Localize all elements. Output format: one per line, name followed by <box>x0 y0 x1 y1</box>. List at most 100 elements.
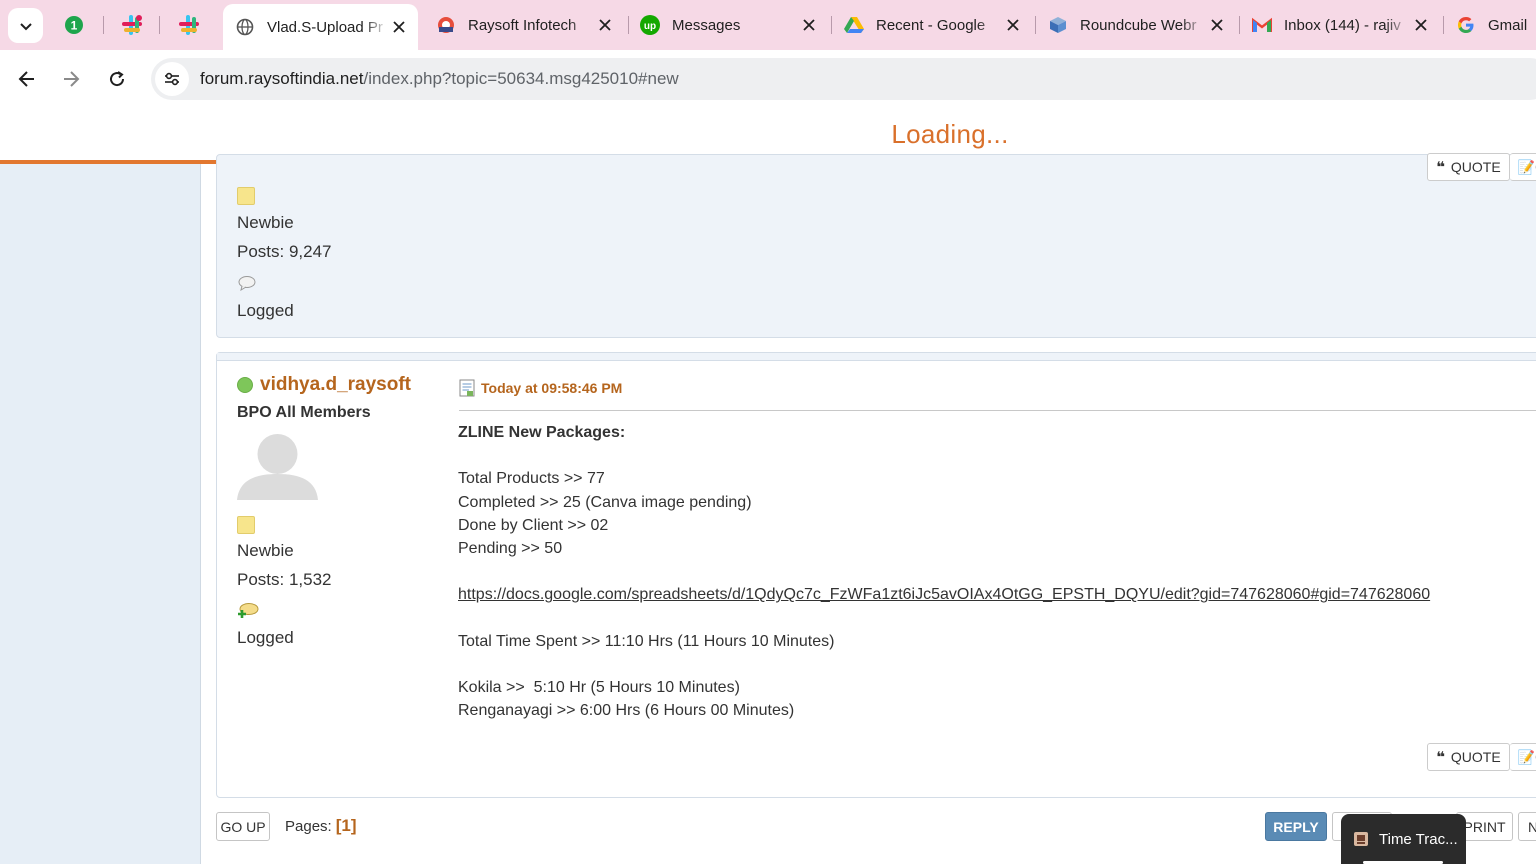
address-bar[interactable]: forum.raysoftindia.net/index.php?topic=5… <box>151 58 1536 100</box>
poster-post-count: Posts: 1,532 <box>237 570 332 589</box>
browser-toolbar: forum.raysoftindia.net/index.php?topic=5… <box>0 50 1536 108</box>
tab-title: Recent - Google <box>876 16 986 34</box>
url-host: forum.raysoftindia.net <box>200 69 364 88</box>
tab-title: Inbox (144) - rajiv <box>1284 16 1401 34</box>
quote-icon: ❝ <box>1436 159 1445 176</box>
chevron-down-icon <box>19 22 32 30</box>
quick-quote-button[interactable]: 📝Q <box>1509 743 1536 771</box>
quote-button[interactable]: ❝ QUOTE <box>1427 153 1510 181</box>
forward-button[interactable] <box>54 62 88 96</box>
body-line: Kokila >> 5:10 Hr (5 Hours 10 Minutes) <box>458 679 740 697</box>
gmail-icon <box>1252 15 1272 35</box>
pages-label: Pages: <box>285 818 332 835</box>
poster-info: Newbie Posts: 9,247 Logged <box>237 187 332 321</box>
body-line: Done by Client >> 02 <box>458 516 609 534</box>
reload-button[interactable] <box>100 62 134 96</box>
slack-icon <box>179 15 199 35</box>
poster-name[interactable]: vidhya.d_raysoft <box>237 374 411 396</box>
slack-icon <box>122 15 142 35</box>
post-document-icon <box>459 379 475 397</box>
logged-label: Logged <box>237 301 294 320</box>
reply-button[interactable]: REPLY <box>1265 812 1327 841</box>
upwork-icon: up <box>640 15 660 35</box>
pages-indicator: Pages: [1] <box>285 816 356 836</box>
tab-separator <box>159 16 160 34</box>
raysoft-icon <box>436 15 456 35</box>
back-button[interactable] <box>10 62 44 96</box>
google-drive-icon <box>844 15 864 35</box>
body-line: Renganayagi >> 6:00 Hrs (6 Hours 00 Minu… <box>458 702 795 720</box>
svg-text:1: 1 <box>71 19 78 33</box>
avatar[interactable] <box>237 432 318 500</box>
speech-bubble-icon[interactable] <box>237 275 332 296</box>
body-line: Total Time Spent >> 11:10 Hrs (11 Hours … <box>458 632 835 650</box>
post-actions: ❝ QUOTE 📝Q <box>1427 743 1536 771</box>
tab-google-drive[interactable]: Recent - Google <box>832 0 1032 50</box>
poster-info: vidhya.d_raysoft BPO All Members Newbie … <box>237 374 411 648</box>
quick-quote-button[interactable]: 📝Q <box>1509 153 1536 181</box>
body-line: Completed >> 25 (Canva image pending) <box>458 493 752 511</box>
tab-title: Vlad.S-Upload Pr <box>267 18 383 36</box>
topic-pagination-bar: GO UP Pages: [1] REPLY PRINT N <box>216 812 1536 842</box>
go-up-button[interactable]: GO UP <box>216 812 270 841</box>
post-header: Today at 09:58:46 PM <box>459 379 1536 411</box>
close-icon[interactable] <box>1002 14 1024 36</box>
member-group: BPO All Members <box>237 404 371 421</box>
rank-star-icon <box>237 187 255 205</box>
post-actions: ❝ QUOTE 📝Q <box>1427 153 1536 181</box>
tab-raysoft[interactable]: Raysoft Infotech <box>424 0 624 50</box>
close-icon[interactable] <box>798 14 820 36</box>
tab-title: Raysoft Infotech <box>468 16 577 34</box>
pinned-tab-slack-2[interactable] <box>169 10 209 40</box>
pinned-tab-onepassword[interactable]: 1 <box>54 10 94 40</box>
close-icon[interactable] <box>1410 14 1432 36</box>
time-tracker-label: Time Trac... <box>1379 830 1458 848</box>
forum-content: Newbie Posts: 9,247 Logged ❝ QUOTE 📝Q vid… <box>201 153 1536 864</box>
url-path: /index.php?topic=50634.msg425010#new <box>363 69 679 88</box>
quote-label: QUOTE <box>1450 749 1501 765</box>
close-icon[interactable] <box>594 14 616 36</box>
tab-gmail-inbox[interactable]: Inbox (144) - rajiv <box>1240 0 1440 50</box>
tab-strip: 1 Vlad.S-Upload Pr Raysoft Infotech up M… <box>0 0 1536 50</box>
svg-text:up: up <box>644 21 656 32</box>
next-topic-button[interactable]: N <box>1518 812 1536 841</box>
pinned-tab-slack-1[interactable] <box>112 10 152 40</box>
tab-title: Gmail <box>1488 16 1528 34</box>
arrow-left-icon <box>18 71 34 87</box>
post-date-link[interactable]: Today at 09:58:46 PM <box>459 379 622 397</box>
online-status-icon <box>237 377 253 393</box>
poster-rank: Newbie <box>237 541 294 560</box>
quote-icon: ❝ <box>1436 749 1445 766</box>
time-tracker-widget[interactable]: Time Trac... <box>1341 814 1466 864</box>
quote-button[interactable]: ❝ QUOTE <box>1427 743 1510 771</box>
loading-text: Loading... <box>891 118 1009 149</box>
edit-doc-icon: 📝 <box>1517 748 1536 765</box>
username-link[interactable]: vidhya.d_raysoft <box>260 374 411 396</box>
tab-title: Roundcube Webr <box>1080 16 1197 34</box>
close-icon[interactable] <box>388 16 410 38</box>
post-divider <box>217 353 1536 361</box>
spreadsheet-link[interactable]: https://docs.google.com/spreadsheets/d/1… <box>458 586 1430 603</box>
google-icon <box>1456 15 1476 35</box>
roundcube-icon <box>1048 15 1068 35</box>
tab-roundcube[interactable]: Roundcube Webr <box>1036 0 1236 50</box>
tab-gmail[interactable]: Gmail <box>1444 0 1536 50</box>
close-icon[interactable] <box>1206 14 1228 36</box>
tab-search-button[interactable] <box>8 8 43 43</box>
tab-separator <box>103 16 104 34</box>
post-body: ZLINE New Packages: Total Products >> 77… <box>458 421 1430 723</box>
current-page[interactable]: [1] <box>336 816 357 835</box>
tab-active[interactable]: Vlad.S-Upload Pr <box>223 4 418 50</box>
tune-icon <box>165 72 179 86</box>
forum-post: Newbie Posts: 9,247 Logged ❝ QUOTE 📝Q <box>216 153 1536 338</box>
tab-messages[interactable]: up Messages <box>628 0 828 50</box>
site-info-button[interactable] <box>155 62 189 96</box>
arrow-right-icon <box>64 71 80 87</box>
tab-title: Messages <box>672 16 741 34</box>
forum-post: vidhya.d_raysoft BPO All Members Newbie … <box>216 352 1536 798</box>
add-buddy-icon[interactable] <box>237 602 411 625</box>
rank-star-icon <box>237 516 255 534</box>
